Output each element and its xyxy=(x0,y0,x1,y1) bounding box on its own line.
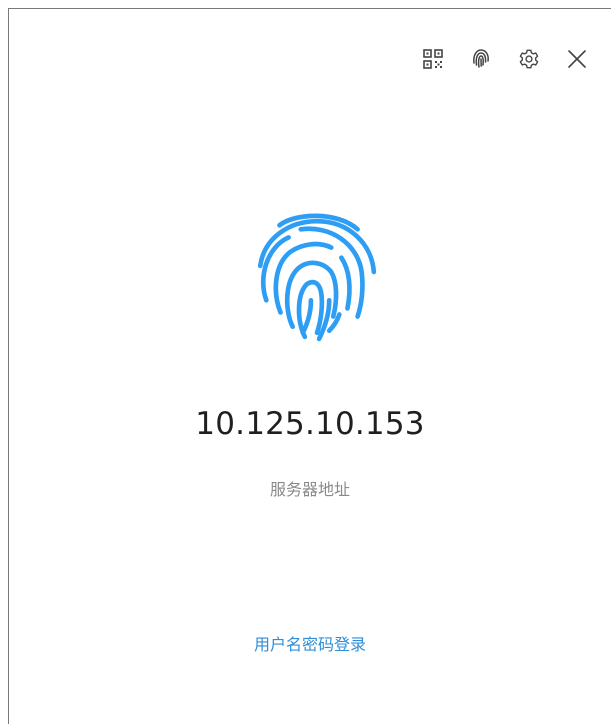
close-button[interactable] xyxy=(562,45,592,73)
toolbar xyxy=(418,45,592,73)
server-address-label: 服务器地址 xyxy=(269,480,350,499)
gear-icon xyxy=(519,49,539,69)
fingerprint-button[interactable] xyxy=(466,45,496,73)
server-address: 10.125.10.153 xyxy=(195,406,425,442)
fingerprint-icon xyxy=(473,49,489,68)
qr-code-button[interactable] xyxy=(418,45,448,73)
close-icon xyxy=(568,50,586,68)
qr-code-icon xyxy=(423,49,443,69)
login-window: 10.125.10.153 服务器地址 用户名密码登录 xyxy=(8,8,611,724)
username-password-login-link[interactable]: 用户名密码登录 xyxy=(9,634,611,656)
settings-button[interactable] xyxy=(514,45,544,73)
fingerprint-icon[interactable] xyxy=(244,207,386,349)
